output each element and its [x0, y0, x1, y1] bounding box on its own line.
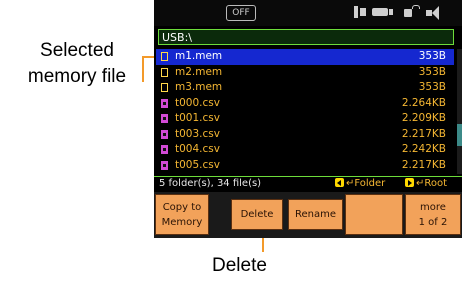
right-arrow-key-icon	[405, 178, 414, 187]
device-screen: OFF USB:\ m1.mem 353B m2.mem 353B m3.mem…	[154, 0, 462, 238]
file-size: 353B	[418, 50, 446, 62]
file-size: 353B	[418, 65, 446, 78]
folder-nav-hint: ↵Folder	[335, 177, 385, 191]
lock-icon	[404, 9, 412, 17]
csv-file-icon	[161, 129, 168, 139]
more-button[interactable]: more 1 of 2	[405, 194, 461, 235]
file-size: 2.264KB	[401, 96, 446, 109]
file-name: t003.csv	[175, 127, 220, 140]
list-item[interactable]: t001.csv 2.209KB	[156, 111, 454, 127]
list-item[interactable]: m3.mem 353B	[156, 80, 454, 96]
mem-file-icon	[161, 67, 168, 77]
device-link-tip	[389, 9, 393, 15]
copy-to-memory-button[interactable]: Copy to Memory	[155, 194, 209, 235]
mem-file-icon	[161, 83, 168, 92]
list-item[interactable]: t000.csv 2.264KB	[156, 96, 454, 112]
callout-leader-delete	[262, 236, 264, 252]
delete-button[interactable]: Delete	[231, 199, 283, 230]
list-item[interactable]: t003.csv 2.217KB	[156, 127, 454, 143]
csv-file-icon	[161, 98, 168, 108]
usb-plug-icon-body	[360, 8, 366, 16]
more-button-line1: more	[420, 201, 446, 213]
file-size: 2.242KB	[401, 143, 446, 155]
csv-file-icon	[161, 114, 168, 123]
speaker-cone	[432, 6, 439, 20]
callout-leader-vertical	[142, 56, 144, 82]
file-name: t001.csv	[175, 112, 220, 124]
root-nav-label: ↵Root	[416, 178, 448, 189]
file-size: 2.217KB	[401, 127, 446, 140]
rename-button[interactable]: Rename	[288, 199, 343, 230]
copy-button-line2: Memory	[161, 216, 203, 228]
file-name: m1.mem	[175, 50, 223, 62]
callout-selected-line2: memory file	[27, 66, 127, 87]
softkey-bar: Copy to Memory Delete Rename more 1 of 2	[154, 192, 462, 238]
callout-delete: Delete	[212, 255, 267, 276]
file-size: 2.217KB	[401, 158, 446, 171]
file-name: t000.csv	[175, 96, 220, 109]
list-item[interactable]: t005.csv 2.217KB	[156, 158, 454, 174]
csv-file-icon	[161, 160, 168, 170]
scrollbar[interactable]	[457, 49, 462, 174]
file-size: 353B	[418, 81, 446, 93]
file-name: m3.mem	[175, 81, 223, 93]
left-arrow-key-icon	[335, 178, 344, 187]
callout-selected-line1: Selected	[40, 40, 114, 61]
csv-file-icon	[161, 145, 168, 154]
more-button-line2: 1 of 2	[418, 216, 448, 228]
folder-file-count: 5 folder(s), 34 file(s)	[159, 178, 262, 189]
off-badge: OFF	[226, 5, 256, 21]
file-name: t005.csv	[175, 158, 220, 171]
file-name: m2.mem	[175, 65, 223, 78]
list-item[interactable]: m2.mem 353B	[156, 65, 454, 81]
root-nav-hint: ↵Root	[405, 177, 447, 191]
delete-button-label: Delete	[240, 209, 274, 220]
scroll-thumb[interactable]	[457, 124, 462, 146]
path-bar: USB:\	[158, 29, 454, 45]
folder-nav-label: ↵Folder	[346, 178, 386, 189]
mem-file-icon	[161, 52, 168, 61]
file-name: t004.csv	[175, 143, 220, 155]
info-bar: 5 folder(s), 34 file(s) ↵Folder ↵Root	[154, 176, 462, 191]
device-link-icon	[372, 8, 388, 16]
list-item[interactable]: t004.csv 2.242KB	[156, 142, 454, 158]
usb-plug-icon	[354, 6, 358, 18]
list-item-selected[interactable]: m1.mem 353B	[156, 49, 454, 65]
lock-shackle	[412, 5, 420, 9]
rename-button-label: Rename	[294, 209, 336, 220]
file-size: 2.209KB	[401, 112, 446, 124]
copy-button-line1: Copy to	[162, 201, 202, 213]
callout-selected-memory-file: Selected memory file	[4, 38, 150, 90]
empty-softkey[interactable]	[345, 194, 403, 235]
file-list: m1.mem 353B m2.mem 353B m3.mem 353B t000…	[156, 49, 454, 174]
status-bar: OFF	[154, 0, 462, 26]
